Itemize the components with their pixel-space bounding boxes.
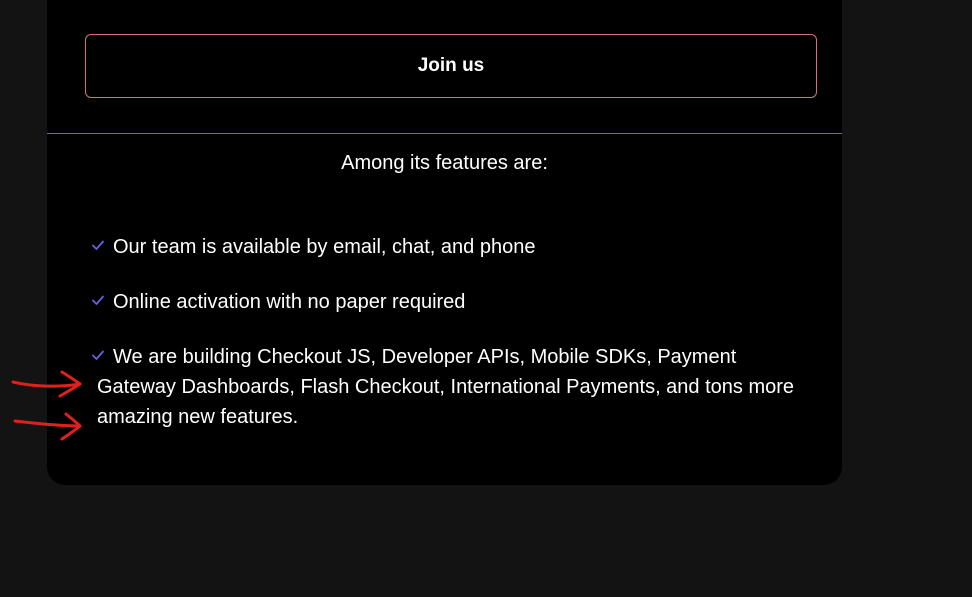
- feature-item: Our team is available by email, chat, an…: [92, 232, 797, 262]
- section-divider: [47, 133, 842, 134]
- check-icon: [92, 350, 104, 360]
- page-background: Join us Among its features are: Our team…: [0, 0, 972, 597]
- feature-text: Our team is available by email, chat, an…: [113, 236, 536, 258]
- feature-text: We are building Checkout JS, Developer A…: [97, 346, 795, 428]
- feature-text: Online activation with no paper required: [113, 291, 466, 313]
- check-icon: [92, 295, 104, 305]
- check-icon: [92, 240, 104, 250]
- features-card: Join us Among its features are: Our team…: [47, 0, 842, 485]
- feature-item: Online activation with no paper required: [92, 287, 797, 317]
- features-heading: Among its features are:: [341, 152, 548, 174]
- feature-list: Our team is available by email, chat, an…: [92, 232, 797, 457]
- join-us-button[interactable]: Join us: [85, 34, 817, 98]
- feature-item: We are building Checkout JS, Developer A…: [92, 342, 797, 432]
